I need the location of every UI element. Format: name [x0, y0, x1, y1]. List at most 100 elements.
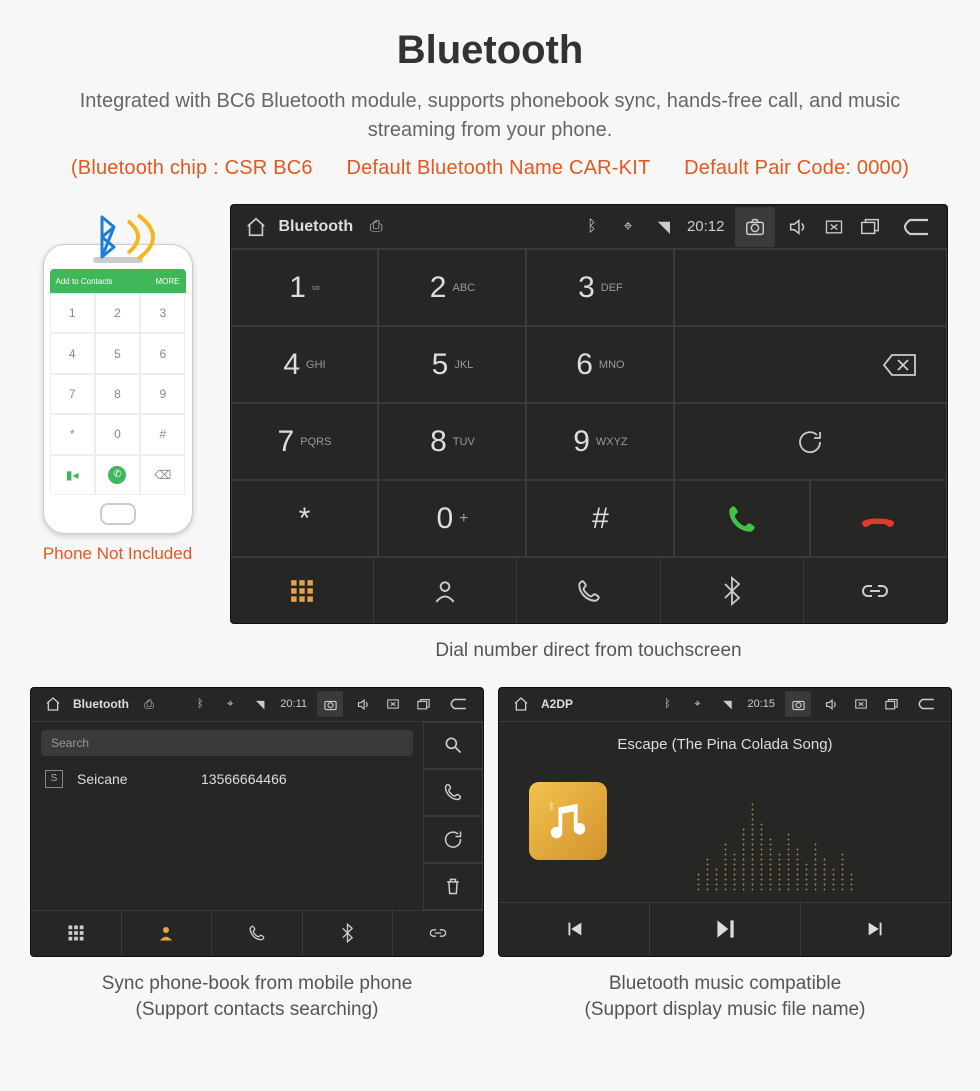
bluetooth-signal-icon — [84, 207, 172, 267]
location-icon: ⌖ — [220, 694, 240, 714]
play-pause-button[interactable] — [649, 903, 800, 956]
phone-screen: Add to Contacts MORE 123 456 789 *0# ▮◂ … — [50, 269, 186, 495]
page-description: Integrated with BC6 Bluetooth module, su… — [30, 87, 950, 145]
home-icon[interactable] — [43, 694, 63, 714]
key-5[interactable]: 5JKL — [378, 326, 526, 403]
volume-icon[interactable] — [353, 694, 373, 714]
screenshot-icon[interactable] — [317, 691, 343, 717]
tab-keypad[interactable] — [231, 558, 373, 623]
hangup-button[interactable] — [810, 480, 946, 557]
usb-icon: ⎙ — [139, 694, 159, 714]
tab-history[interactable] — [516, 558, 659, 623]
bluetooth-status-icon: ᛒ — [657, 694, 677, 714]
recent-apps-icon[interactable] — [857, 214, 883, 240]
app-title: Bluetooth — [73, 697, 129, 711]
key-4[interactable]: 4GHI — [231, 326, 379, 403]
key-7[interactable]: 7PQRS — [231, 403, 379, 480]
number-display — [674, 249, 946, 326]
tab-history[interactable] — [211, 911, 302, 956]
dialer-caption: Dial number direct from touchscreen — [435, 638, 741, 665]
prev-button[interactable] — [499, 903, 649, 956]
recent-apps-icon[interactable] — [413, 694, 433, 714]
clock-label: 20:12 — [687, 218, 725, 235]
key-8[interactable]: 8TUV — [378, 403, 526, 480]
dialer-screen: Bluetooth ⎙ ᛒ ⌖ ◥ 20:12 1∞ 2ABC — [230, 204, 948, 624]
contacts-tabs — [31, 910, 483, 956]
video-call-icon: ▮◂ — [50, 455, 95, 495]
tab-contacts[interactable] — [121, 911, 212, 956]
contact-row[interactable]: S Seicane 13566664466 — [31, 764, 423, 794]
search-button[interactable] — [423, 722, 483, 769]
call-icon: ✆ — [95, 455, 140, 495]
close-icon[interactable] — [851, 694, 871, 714]
clock-label: 20:15 — [747, 698, 775, 710]
app-title: Bluetooth — [279, 218, 354, 236]
contact-tag: S — [45, 770, 63, 788]
backspace-button[interactable] — [674, 326, 946, 403]
svg-text:ᛒ: ᛒ — [549, 801, 555, 812]
tab-pair[interactable] — [392, 911, 483, 956]
keypad: 1∞ 2ABC 3DEF 4GHI 5JKL 6MNO 7PQRS 8TUV 9… — [231, 249, 675, 557]
close-icon[interactable] — [821, 214, 847, 240]
home-icon[interactable] — [243, 214, 269, 240]
volume-icon[interactable] — [785, 214, 811, 240]
location-icon: ⌖ — [615, 214, 641, 240]
key-1[interactable]: 1∞ — [231, 249, 379, 326]
search-input[interactable]: Search — [41, 730, 413, 756]
add-contacts-label: Add to Contacts — [56, 277, 113, 286]
key-6[interactable]: 6MNO — [526, 326, 674, 403]
back-icon[interactable] — [443, 694, 471, 714]
key-2[interactable]: 2ABC — [378, 249, 526, 326]
key-hash[interactable]: # — [526, 480, 674, 557]
page-title: Bluetooth — [30, 28, 950, 73]
call-button[interactable] — [674, 480, 810, 557]
sync-button[interactable] — [423, 816, 483, 863]
spec-chip: (Bluetooth chip : CSR BC6 — [71, 157, 313, 179]
phone-not-included-label: Phone Not Included — [43, 544, 192, 564]
bluetooth-status-icon: ᛒ — [579, 214, 605, 240]
phone-topbar: Add to Contacts MORE — [50, 269, 186, 293]
tab-keypad[interactable] — [31, 911, 121, 956]
clock-label: 20:11 — [280, 698, 307, 710]
tab-pair[interactable] — [803, 558, 946, 623]
contacts-statusbar: Bluetooth ⎙ ᛒ ⌖ ◥ 20:11 — [31, 688, 483, 722]
tab-bluetooth[interactable] — [302, 911, 393, 956]
phone-home-button — [100, 503, 136, 525]
volume-icon[interactable] — [821, 694, 841, 714]
delete-contact-button[interactable] — [423, 863, 483, 910]
contact-number: 13566664466 — [201, 771, 287, 787]
wifi-icon: ◥ — [717, 694, 737, 714]
tab-bluetooth[interactable] — [660, 558, 803, 623]
wifi-icon: ◥ — [651, 214, 677, 240]
dialer-statusbar: Bluetooth ⎙ ᛒ ⌖ ◥ 20:12 — [231, 205, 947, 249]
key-star[interactable]: * — [231, 480, 379, 557]
spec-name: Default Bluetooth Name CAR-KIT — [346, 157, 650, 179]
redial-button[interactable] — [674, 403, 946, 480]
back-icon[interactable] — [911, 694, 939, 714]
contacts-caption: Sync phone-book from mobile phone (Suppo… — [102, 971, 413, 1024]
recent-apps-icon[interactable] — [881, 694, 901, 714]
album-art-icon: ᛒ — [529, 782, 607, 860]
screenshot-icon[interactable] — [735, 207, 775, 247]
key-3[interactable]: 3DEF — [526, 249, 674, 326]
dial-contact-button[interactable] — [423, 769, 483, 816]
spec-pair: Default Pair Code: 0000) — [684, 157, 909, 179]
home-icon[interactable] — [511, 694, 531, 714]
music-caption: Bluetooth music compatible (Support disp… — [585, 971, 866, 1024]
contact-name: Seicane — [77, 771, 187, 787]
close-icon[interactable] — [383, 694, 403, 714]
usb-icon: ⎙ — [363, 214, 389, 240]
contacts-screen: Bluetooth ⎙ ᛒ ⌖ ◥ 20:11 Search — [30, 687, 484, 957]
tab-contacts[interactable] — [373, 558, 516, 623]
key-9[interactable]: 9WXYZ — [526, 403, 674, 480]
bluetooth-specs: (Bluetooth chip : CSR BC6 Default Blueto… — [30, 157, 950, 180]
next-button[interactable] — [800, 903, 951, 956]
more-label: MORE — [156, 277, 180, 286]
key-0[interactable]: 0+ — [378, 480, 526, 557]
track-title: Escape (The Pina Colada Song) — [617, 736, 832, 753]
dialer-tabs — [231, 557, 947, 623]
back-icon[interactable] — [893, 214, 935, 240]
backspace-small-icon: ⌫ — [140, 455, 185, 495]
player-controls — [499, 902, 951, 956]
screenshot-icon[interactable] — [785, 691, 811, 717]
